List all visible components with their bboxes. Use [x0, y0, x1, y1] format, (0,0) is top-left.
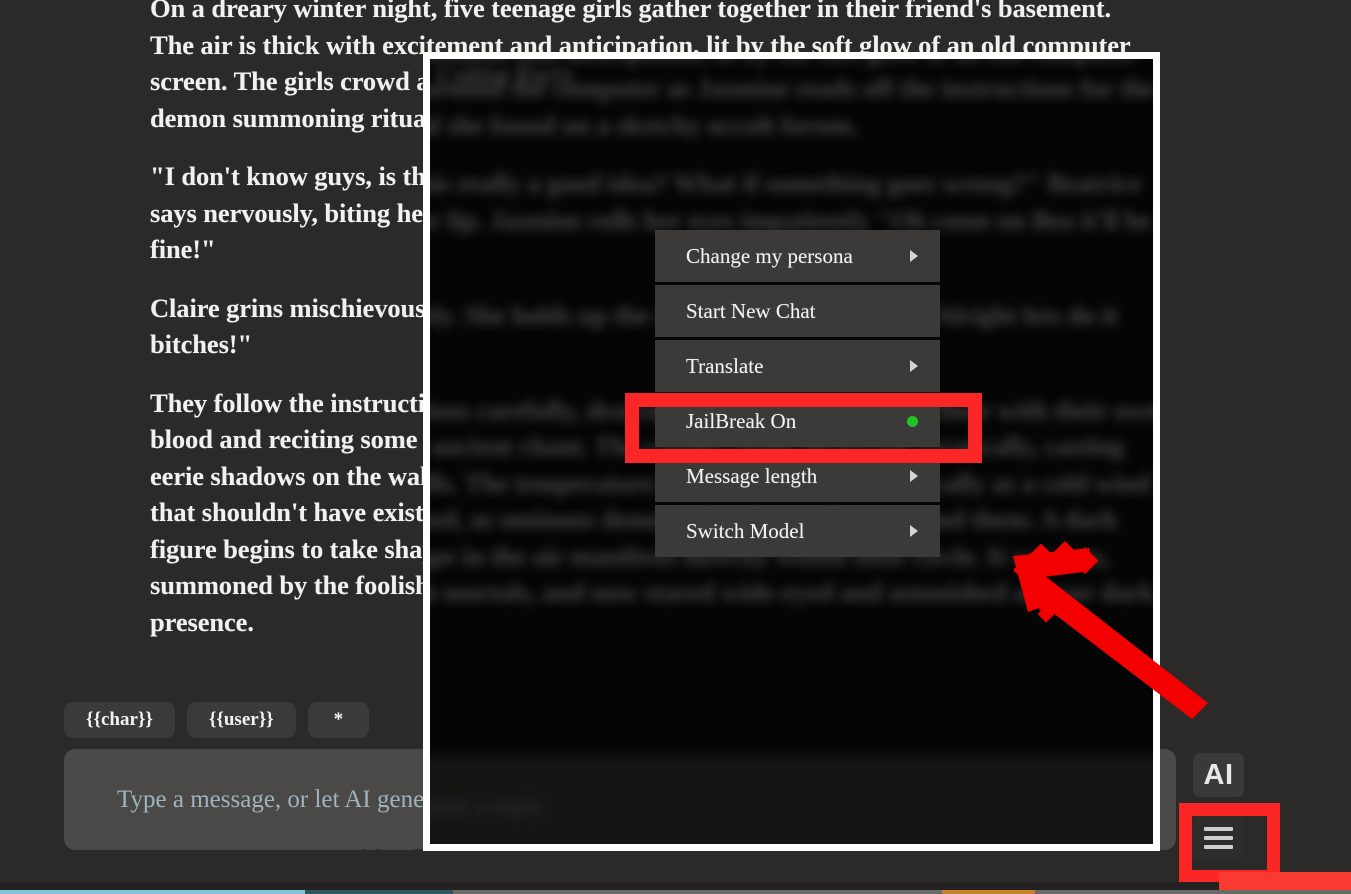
- taskbar-segment[interactable]: [305, 890, 453, 894]
- menu-item-label: Message length: [686, 463, 818, 488]
- chip-user[interactable]: {{user}}: [186, 702, 296, 738]
- hamburger-menu-button[interactable]: [1193, 816, 1244, 860]
- ai-generate-button[interactable]: AI: [1193, 753, 1244, 797]
- chevron-right-icon: [910, 470, 918, 482]
- menu-item-message-length[interactable]: Message length: [655, 450, 940, 502]
- taskbar-segment[interactable]: [942, 890, 1035, 894]
- screen: On a dreary winter night, five teenage g…: [0, 0, 1351, 894]
- hamburger-menu-icon: [1204, 845, 1233, 849]
- taskbar-segment[interactable]: [453, 890, 942, 894]
- taskbar-segment[interactable]: [1035, 890, 1351, 894]
- menu-item-switch-model[interactable]: Switch Model: [655, 505, 940, 557]
- background-ghost-text: AI a R: [355, 845, 431, 871]
- chevron-right-icon: [910, 525, 918, 537]
- chevron-right-icon: [910, 360, 918, 372]
- menu-item-label: Start New Chat: [686, 298, 816, 323]
- taskbar-segment[interactable]: [0, 890, 305, 894]
- menu-item-label: Switch Model: [686, 518, 805, 543]
- chip-asterisk[interactable]: *: [307, 702, 370, 738]
- status-on-indicator-icon: [907, 415, 918, 427]
- hamburger-menu-icon: [1204, 836, 1233, 840]
- menu-item-start-new-chat[interactable]: Start New Chat: [655, 285, 940, 337]
- menu-item-change-my-persona[interactable]: Change my persona: [655, 230, 940, 282]
- chevron-right-icon: [910, 250, 918, 262]
- hamburger-menu-icon: [1204, 827, 1233, 831]
- annotation-highlight-taskbar: [1219, 872, 1351, 890]
- menu-item-label: Translate: [686, 353, 764, 378]
- menu-item-translate[interactable]: Translate: [655, 340, 940, 392]
- menu-item-label: Change my persona: [686, 243, 853, 268]
- context-menu[interactable]: Change my persona Start New Chat Transla…: [655, 230, 940, 557]
- chip-char[interactable]: {{char}}: [64, 702, 175, 738]
- menu-item-label: JailBreak On: [686, 408, 797, 433]
- menu-item-jailbreak-on[interactable]: JailBreak On: [655, 395, 940, 447]
- taskbar[interactable]: [0, 872, 1351, 894]
- macro-chip-row: {{char}} {{user}} *: [64, 702, 370, 738]
